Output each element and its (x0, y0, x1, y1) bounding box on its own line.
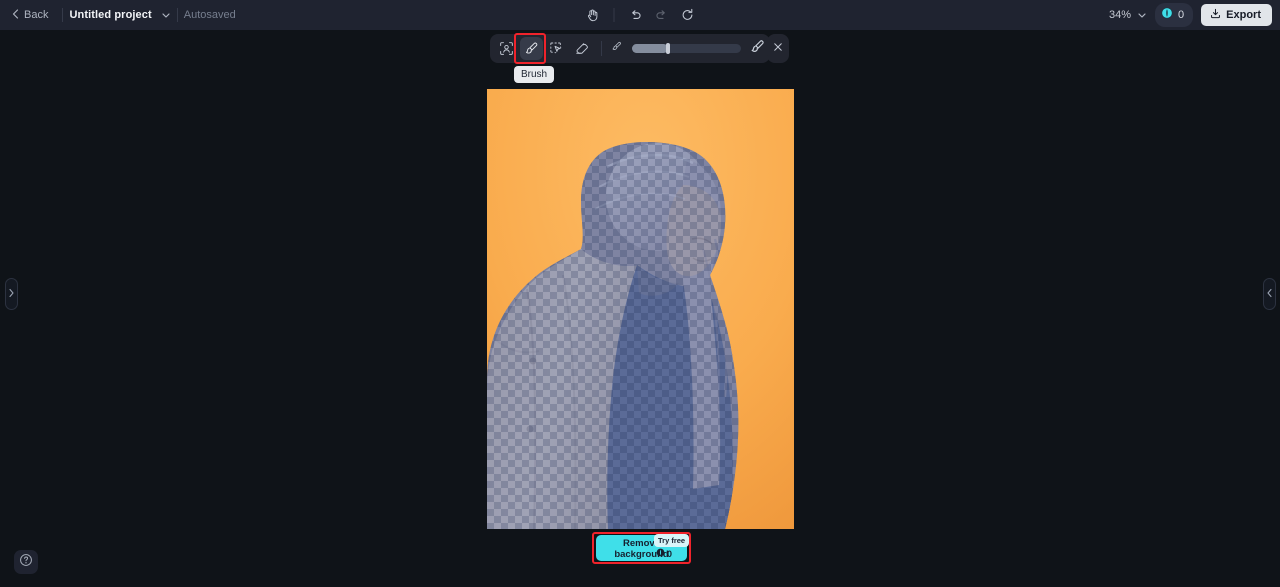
tool-eraser[interactable] (570, 37, 593, 60)
slider-thumb[interactable] (665, 43, 670, 54)
brush-size-slider[interactable] (632, 43, 741, 54)
undo-icon[interactable] (625, 4, 647, 26)
remove-background-cost: 0 (656, 548, 672, 559)
chevron-down-icon[interactable] (161, 10, 171, 20)
top-bar-right: 34% 0 Export (1109, 0, 1272, 30)
left-panel-toggle[interactable] (5, 278, 18, 310)
export-button[interactable]: Export (1201, 4, 1272, 26)
download-icon (1210, 8, 1221, 22)
chevron-left-icon (1266, 285, 1273, 303)
top-bar-left: Back Untitled project Autosaved (0, 0, 236, 30)
right-panel-toggle[interactable] (1263, 278, 1276, 310)
chevron-right-icon (8, 285, 15, 303)
divider (62, 8, 64, 22)
reset-icon[interactable] (677, 4, 699, 26)
help-button[interactable] (14, 550, 38, 574)
tool-select-subject[interactable] (495, 37, 518, 60)
pan-hand-icon[interactable] (582, 4, 604, 26)
brush-toolbar (490, 34, 770, 63)
credit-cost-value: 0 (667, 548, 673, 559)
help-circle-icon (19, 553, 33, 572)
coin-icon (656, 548, 665, 559)
remove-background-button[interactable]: Remove background 0 Try free (596, 534, 690, 561)
close-icon (772, 40, 784, 58)
redo-icon[interactable] (651, 4, 673, 26)
credits-badge[interactable]: 0 (1155, 3, 1194, 27)
tool-object-select[interactable] (545, 37, 568, 60)
close-toolbar-button[interactable] (767, 34, 789, 63)
top-bar: Back Untitled project Autosaved 34% 0 Ex… (0, 0, 1280, 30)
divider (601, 41, 602, 56)
back-label: Back (24, 9, 49, 21)
brush-small-icon (610, 40, 623, 58)
editor-canvas[interactable]: Brush Remove background 0 Try free (0, 30, 1280, 587)
credits-count: 0 (1178, 9, 1185, 21)
back-button[interactable]: Back (0, 6, 56, 25)
divider (613, 8, 615, 22)
tool-brush[interactable] (520, 37, 543, 60)
zoom-level: 34% (1109, 9, 1132, 21)
divider (176, 8, 178, 22)
chevron-down-icon[interactable] (1137, 10, 1147, 20)
brush-large-icon (750, 39, 765, 59)
autosave-status: Autosaved (183, 9, 236, 21)
coin-icon (1161, 6, 1173, 24)
slider-fill (632, 44, 668, 53)
history-controls (582, 0, 699, 30)
brush-tooltip: Brush (514, 66, 555, 83)
canvas-image[interactable] (487, 89, 794, 529)
image-editor-app: Back Untitled project Autosaved 34% 0 Ex… (0, 0, 1280, 587)
chevron-left-icon (12, 8, 19, 22)
try-free-badge: Try free (654, 534, 690, 547)
project-title[interactable]: Untitled project (69, 9, 151, 21)
export-label: Export (1226, 9, 1261, 21)
